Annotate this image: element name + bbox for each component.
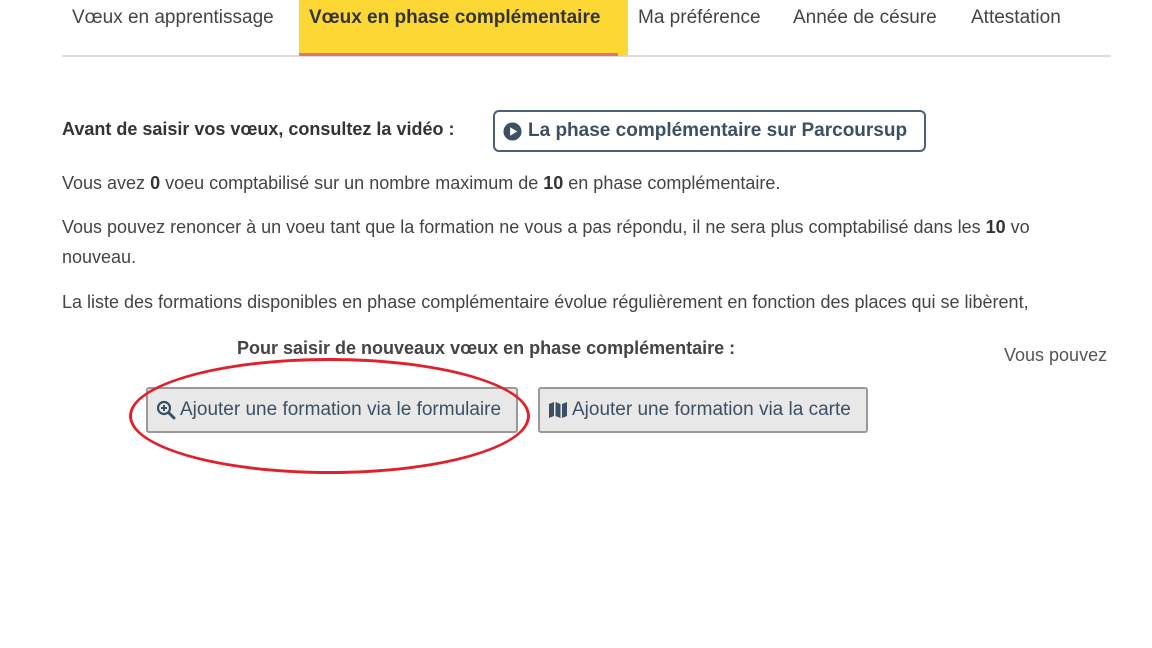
search-plus-icon	[156, 400, 176, 420]
tab-attestation[interactable]: Attestation	[961, 0, 1071, 56]
wish-count: 0	[150, 173, 161, 193]
add-formation-map-label: Ajouter une formation via la carte	[572, 399, 851, 420]
add-formation-form-button[interactable]: Ajouter une formation via le formulaire	[146, 387, 518, 433]
add-formation-map-button[interactable]: Ajouter une formation via la carte	[538, 387, 868, 433]
wish-count-text: Vous avez 0 voeu comptabilisé sur un nom…	[62, 173, 781, 193]
tab-bar: Vœux en apprentissage Vœux en phase comp…	[62, 0, 1111, 57]
wish-max: 10	[543, 173, 564, 193]
right-column-text: Vous pouvez	[1004, 345, 1108, 365]
tab-ma-preference[interactable]: Ma préférence	[628, 0, 771, 56]
play-circle-icon	[503, 121, 522, 141]
renounce-text: Vous pouvez renoncer à un voeu tant que …	[62, 217, 1030, 237]
map-icon	[549, 402, 567, 418]
renounce-text-continuation: nouveau.	[62, 247, 137, 267]
tab-annee-cesure[interactable]: Année de césure	[783, 0, 947, 56]
formation-list-text: La liste des formations disponibles en p…	[62, 292, 1029, 312]
main-content: Avant de saisir vos vœux, consultez la v…	[62, 100, 1111, 350]
video-button[interactable]: La phase complémentaire sur Parcoursup	[493, 110, 926, 152]
add-formation-form-label: Ajouter une formation via le formulaire	[180, 399, 502, 420]
video-intro-text: Avant de saisir vos vœux, consultez la v…	[62, 119, 455, 139]
new-wishes-title: Pour saisir de nouveaux vœux en phase co…	[237, 338, 736, 358]
video-button-label: La phase complémentaire sur Parcoursup	[528, 120, 908, 141]
tab-voeux-apprentissage[interactable]: Vœux en apprentissage	[62, 0, 284, 56]
tab-voeux-phase-complementaire[interactable]: Vœux en phase complémentaire	[299, 0, 628, 56]
